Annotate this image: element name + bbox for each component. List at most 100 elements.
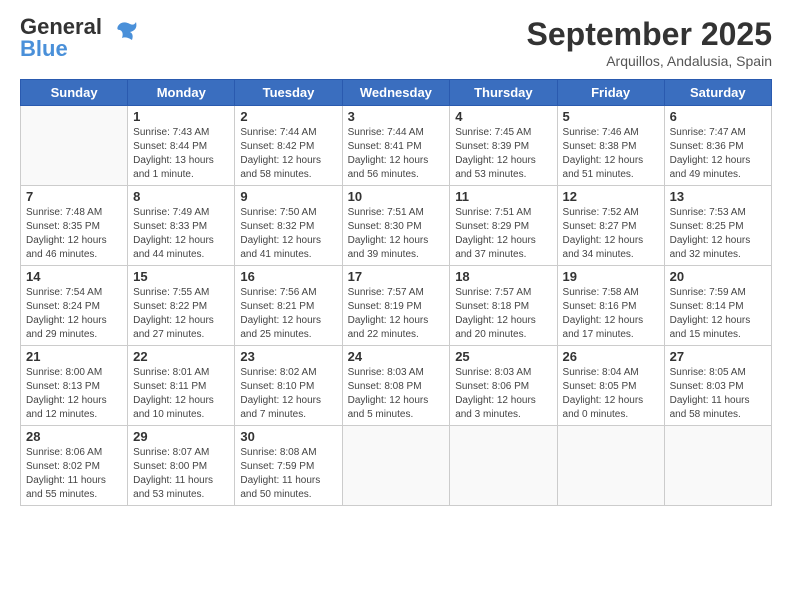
calendar-cell: 2 Sunrise: 7:44 AM Sunset: 8:42 PM Daylig… [235, 106, 342, 186]
day-info: Sunrise: 7:56 AM Sunset: 8:21 PM Dayligh… [240, 286, 336, 342]
title-block: September 2025 Arquillos, Andalusia, Spa… [527, 16, 772, 69]
calendar-cell: 27Sunrise: 8:05 AM Sunset: 8:03 PM Dayli… [664, 346, 771, 426]
calendar: SundayMondayTuesdayWednesdayThursdayFrid… [20, 79, 772, 506]
calendar-cell: 9 Sunrise: 7:50 AM Sunset: 8:32 PM Daylig… [235, 186, 342, 266]
day-number: 2 [240, 109, 336, 124]
day-number: 24 [348, 349, 445, 364]
day-info: Sunrise: 8:00 AM Sunset: 8:13 PM Dayligh… [26, 366, 122, 422]
calendar-cell: 12 Sunrise: 7:52 AM Sunset: 8:27 PM Dayli… [557, 186, 664, 266]
calendar-cell: 14Sunrise: 7:54 AM Sunset: 8:24 PM Dayli… [21, 266, 128, 346]
day-info: Sunrise: 8:03 AM Sunset: 8:08 PM Dayligh… [348, 366, 445, 422]
logo-bird-icon [110, 16, 142, 53]
calendar-cell: 7 Sunrise: 7:48 AM Sunset: 8:35 PM Daylig… [21, 186, 128, 266]
day-number: 29 [133, 429, 229, 444]
calendar-cell: 29 Sunrise: 8:07 AM Sunset: 8:00 PM Dayli… [128, 426, 235, 506]
logo-blue: Blue [20, 38, 102, 60]
calendar-cell: 6 Sunrise: 7:47 AM Sunset: 8:36 PM Daylig… [664, 106, 771, 186]
day-number: 11 [455, 189, 551, 204]
day-number: 16 [240, 269, 336, 284]
weekday-header-tuesday: Tuesday [235, 80, 342, 106]
week-row-2: 14Sunrise: 7:54 AM Sunset: 8:24 PM Dayli… [21, 266, 772, 346]
logo: General Blue [20, 16, 142, 60]
day-number: 17 [348, 269, 445, 284]
day-info: Sunrise: 7:44 AM Sunset: 8:42 PM Dayligh… [240, 126, 336, 182]
day-info: Sunrise: 7:51 AM Sunset: 8:29 PM Dayligh… [455, 206, 551, 262]
day-info: Sunrise: 7:55 AM Sunset: 8:22 PM Dayligh… [133, 286, 229, 342]
day-info: Sunrise: 8:05 AM Sunset: 8:03 PM Dayligh… [670, 366, 766, 422]
calendar-cell: 20Sunrise: 7:59 AM Sunset: 8:14 PM Dayli… [664, 266, 771, 346]
calendar-cell: 1 Sunrise: 7:43 AM Sunset: 8:44 PM Daylig… [128, 106, 235, 186]
calendar-cell: 25Sunrise: 8:03 AM Sunset: 8:06 PM Dayli… [450, 346, 557, 426]
calendar-cell: 13 Sunrise: 7:53 AM Sunset: 8:25 PM Dayli… [664, 186, 771, 266]
day-info: Sunrise: 8:04 AM Sunset: 8:05 PM Dayligh… [563, 366, 659, 422]
day-number: 9 [240, 189, 336, 204]
day-info: Sunrise: 7:51 AM Sunset: 8:30 PM Dayligh… [348, 206, 445, 262]
day-number: 3 [348, 109, 445, 124]
calendar-cell: 19Sunrise: 7:58 AM Sunset: 8:16 PM Dayli… [557, 266, 664, 346]
day-info: Sunrise: 7:53 AM Sunset: 8:25 PM Dayligh… [670, 206, 766, 262]
day-number: 18 [455, 269, 551, 284]
day-info: Sunrise: 8:03 AM Sunset: 8:06 PM Dayligh… [455, 366, 551, 422]
calendar-cell [664, 426, 771, 506]
day-number: 23 [240, 349, 336, 364]
calendar-cell: 17 Sunrise: 7:57 AM Sunset: 8:19 PM Dayli… [342, 266, 450, 346]
day-number: 13 [670, 189, 766, 204]
day-info: Sunrise: 7:44 AM Sunset: 8:41 PM Dayligh… [348, 126, 445, 182]
day-number: 19 [563, 269, 659, 284]
day-info: Sunrise: 7:59 AM Sunset: 8:14 PM Dayligh… [670, 286, 766, 342]
day-number: 28 [26, 429, 122, 444]
weekday-header-row: SundayMondayTuesdayWednesdayThursdayFrid… [21, 80, 772, 106]
day-info: Sunrise: 7:43 AM Sunset: 8:44 PM Dayligh… [133, 126, 229, 182]
logo-general: General [20, 16, 102, 38]
day-number: 5 [563, 109, 659, 124]
weekday-header-thursday: Thursday [450, 80, 557, 106]
day-info: Sunrise: 7:57 AM Sunset: 8:19 PM Dayligh… [348, 286, 445, 342]
day-number: 12 [563, 189, 659, 204]
month-title: September 2025 [527, 16, 772, 53]
day-info: Sunrise: 7:48 AM Sunset: 8:35 PM Dayligh… [26, 206, 122, 262]
calendar-cell: 5Sunrise: 7:46 AM Sunset: 8:38 PM Daylig… [557, 106, 664, 186]
day-number: 7 [26, 189, 122, 204]
day-number: 21 [26, 349, 122, 364]
day-info: Sunrise: 7:57 AM Sunset: 8:18 PM Dayligh… [455, 286, 551, 342]
calendar-cell [21, 106, 128, 186]
week-row-1: 7 Sunrise: 7:48 AM Sunset: 8:35 PM Daylig… [21, 186, 772, 266]
day-number: 10 [348, 189, 445, 204]
week-row-4: 28Sunrise: 8:06 AM Sunset: 8:02 PM Dayli… [21, 426, 772, 506]
calendar-cell: 4Sunrise: 7:45 AM Sunset: 8:39 PM Daylig… [450, 106, 557, 186]
day-info: Sunrise: 7:45 AM Sunset: 8:39 PM Dayligh… [455, 126, 551, 182]
calendar-cell: 8 Sunrise: 7:49 AM Sunset: 8:33 PM Daylig… [128, 186, 235, 266]
day-info: Sunrise: 7:54 AM Sunset: 8:24 PM Dayligh… [26, 286, 122, 342]
weekday-header-friday: Friday [557, 80, 664, 106]
day-number: 30 [240, 429, 336, 444]
page: General Blue September 2025 Arquillos, A… [0, 0, 792, 612]
calendar-cell: 10 Sunrise: 7:51 AM Sunset: 8:30 PM Dayli… [342, 186, 450, 266]
day-info: Sunrise: 7:52 AM Sunset: 8:27 PM Dayligh… [563, 206, 659, 262]
day-info: Sunrise: 8:07 AM Sunset: 8:00 PM Dayligh… [133, 446, 229, 502]
calendar-cell: 3 Sunrise: 7:44 AM Sunset: 8:41 PM Daylig… [342, 106, 450, 186]
day-number: 6 [670, 109, 766, 124]
calendar-cell: 23 Sunrise: 8:02 AM Sunset: 8:10 PM Dayli… [235, 346, 342, 426]
calendar-cell: 30Sunrise: 8:08 AM Sunset: 7:59 PM Dayli… [235, 426, 342, 506]
day-info: Sunrise: 7:50 AM Sunset: 8:32 PM Dayligh… [240, 206, 336, 262]
calendar-cell [342, 426, 450, 506]
weekday-header-wednesday: Wednesday [342, 80, 450, 106]
calendar-cell: 28Sunrise: 8:06 AM Sunset: 8:02 PM Dayli… [21, 426, 128, 506]
week-row-3: 21 Sunrise: 8:00 AM Sunset: 8:13 PM Dayli… [21, 346, 772, 426]
day-number: 8 [133, 189, 229, 204]
calendar-cell: 18 Sunrise: 7:57 AM Sunset: 8:18 PM Dayli… [450, 266, 557, 346]
day-info: Sunrise: 8:01 AM Sunset: 8:11 PM Dayligh… [133, 366, 229, 422]
day-number: 1 [133, 109, 229, 124]
day-number: 15 [133, 269, 229, 284]
day-info: Sunrise: 8:02 AM Sunset: 8:10 PM Dayligh… [240, 366, 336, 422]
calendar-cell [557, 426, 664, 506]
day-info: Sunrise: 7:49 AM Sunset: 8:33 PM Dayligh… [133, 206, 229, 262]
day-info: Sunrise: 7:47 AM Sunset: 8:36 PM Dayligh… [670, 126, 766, 182]
calendar-cell: 16 Sunrise: 7:56 AM Sunset: 8:21 PM Dayli… [235, 266, 342, 346]
calendar-cell: 21 Sunrise: 8:00 AM Sunset: 8:13 PM Dayli… [21, 346, 128, 426]
calendar-cell: 26Sunrise: 8:04 AM Sunset: 8:05 PM Dayli… [557, 346, 664, 426]
calendar-cell: 22Sunrise: 8:01 AM Sunset: 8:11 PM Dayli… [128, 346, 235, 426]
weekday-header-monday: Monday [128, 80, 235, 106]
location: Arquillos, Andalusia, Spain [527, 53, 772, 69]
calendar-cell: 11 Sunrise: 7:51 AM Sunset: 8:29 PM Dayli… [450, 186, 557, 266]
